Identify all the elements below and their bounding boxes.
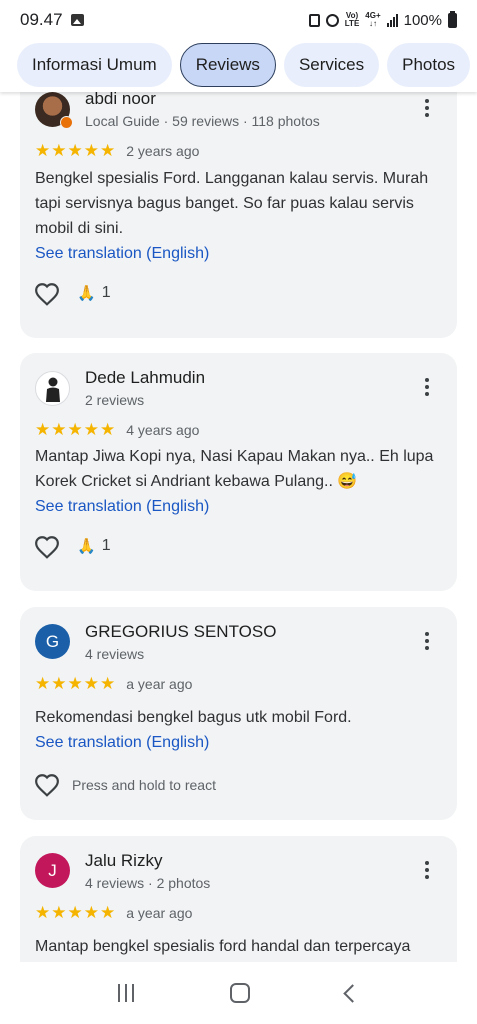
praying-hands-icon: 🙏 bbox=[77, 285, 96, 302]
sim-icon bbox=[308, 13, 320, 27]
more-options-button[interactable] bbox=[415, 858, 439, 882]
reaction-number: 1 bbox=[101, 537, 111, 554]
4g-bottom: ↓↑ bbox=[368, 19, 377, 28]
see-translation-link[interactable]: See translation (English) bbox=[35, 730, 445, 755]
system-navigation-bar bbox=[0, 962, 477, 1024]
more-options-button[interactable] bbox=[415, 96, 439, 120]
review-date: 4 years ago bbox=[126, 421, 200, 438]
reviewer-name[interactable]: Jalu Rizky bbox=[85, 851, 162, 871]
4g-icon: 4G+ ↓↑ bbox=[365, 12, 380, 28]
battery-percent: 100% bbox=[403, 11, 442, 29]
recents-button[interactable] bbox=[118, 984, 134, 1002]
review-text-block: Bengkel spesialis Ford. Langganan kalau … bbox=[35, 166, 445, 266]
like-button[interactable] bbox=[34, 282, 60, 306]
reaction-number: 1 bbox=[101, 284, 111, 301]
heart-icon bbox=[35, 536, 59, 559]
rating-stars: ★ ★ ★ ★ ★ a year ago bbox=[35, 903, 193, 922]
rating-stars: ★ ★ ★ ★ ★ 4 years ago bbox=[35, 420, 200, 439]
reviews-list[interactable]: abdi noor Local Guide · 59 reviews · 118… bbox=[0, 92, 477, 962]
status-bar: 09.47 Vo) LTE 4G+ ↓↑ 100% bbox=[0, 0, 477, 40]
battery-icon bbox=[448, 10, 457, 28]
press-and-hold-hint: Press and hold to react bbox=[72, 777, 216, 793]
home-button[interactable] bbox=[230, 983, 250, 1003]
rating-stars: ★ ★ ★ ★ ★ a year ago bbox=[35, 674, 193, 693]
rating-stars: ★ ★ ★ ★ ★ 2 years ago bbox=[35, 141, 200, 160]
status-time: 09.47 bbox=[20, 10, 63, 29]
more-options-button[interactable] bbox=[415, 629, 439, 653]
tab-photos[interactable]: Photos bbox=[387, 43, 471, 87]
more-options-button[interactable] bbox=[415, 375, 439, 399]
review-text: Rekomendasi bengkel bagus utk mobil Ford… bbox=[35, 709, 352, 726]
reaction-count[interactable]: 🙏 1 bbox=[77, 284, 111, 302]
reviewer-name[interactable]: GREGORIUS SENTOSO bbox=[85, 622, 276, 642]
status-icons: Vo) LTE 4G+ ↓↑ 100% bbox=[308, 10, 457, 29]
volte-icon: Vo) LTE bbox=[345, 12, 360, 28]
alarm-icon bbox=[325, 13, 339, 27]
reviewer-meta: Local Guide · 59 reviews · 118 photos bbox=[85, 113, 320, 129]
volte-bottom: LTE bbox=[344, 19, 360, 28]
review-date: a year ago bbox=[126, 904, 193, 921]
reviewer-meta: 4 reviews · 2 photos bbox=[85, 875, 211, 891]
review-date: 2 years ago bbox=[126, 142, 200, 159]
review-card: Dede Lahmudin 2 reviews ★ ★ ★ ★ ★ 4 years ag… bbox=[20, 353, 457, 591]
reviewer-meta: 2 reviews bbox=[85, 392, 145, 408]
person-silhouette-icon bbox=[45, 377, 60, 402]
avatar[interactable]: J bbox=[35, 853, 70, 888]
tab-informasi-umum[interactable]: Informasi Umum bbox=[17, 43, 172, 87]
see-translation-link[interactable]: See translation (English) bbox=[35, 241, 445, 266]
review-card: abdi noor Local Guide · 59 reviews · 118… bbox=[20, 92, 457, 338]
review-date: a year ago bbox=[126, 675, 193, 692]
praying-hands-icon: 🙏 bbox=[77, 538, 96, 555]
review-text: Mantap Jiwa Kopi nya, Nasi Kapau Makan n… bbox=[35, 448, 434, 490]
review-card: G GREGORIUS SENTOSO 4 reviews ★ ★ ★ ★ ★ a ye… bbox=[20, 607, 457, 820]
review-text-block: Rekomendasi bengkel bagus utk mobil Ford… bbox=[35, 705, 445, 755]
tab-services[interactable]: Services bbox=[283, 43, 380, 87]
like-button[interactable] bbox=[34, 535, 60, 559]
avatar[interactable] bbox=[35, 371, 70, 406]
tab-reviews[interactable]: Reviews bbox=[179, 43, 276, 87]
review-text-block: Mantap Jiwa Kopi nya, Nasi Kapau Makan n… bbox=[35, 444, 445, 519]
like-button[interactable] bbox=[34, 773, 60, 797]
reviewer-name[interactable]: Dede Lahmudin bbox=[85, 368, 205, 388]
local-guide-badge-icon bbox=[60, 116, 73, 129]
signal-icon bbox=[386, 13, 398, 27]
heart-icon bbox=[35, 774, 59, 797]
heart-icon bbox=[35, 283, 59, 306]
back-button[interactable] bbox=[343, 983, 362, 1003]
gallery-notification-icon bbox=[70, 14, 84, 26]
review-text: Bengkel spesialis Ford. Langganan kalau … bbox=[35, 170, 429, 237]
see-translation-link[interactable]: See translation (English) bbox=[35, 494, 445, 519]
reviewer-name[interactable]: abdi noor bbox=[85, 92, 156, 109]
avatar[interactable]: G bbox=[35, 624, 70, 659]
review-text: Mantap bengkel spesialis ford handal dan… bbox=[35, 938, 411, 955]
tabs-bar: Informasi Umum Reviews Services Photos bbox=[0, 38, 477, 92]
reviewer-meta: 4 reviews bbox=[85, 646, 145, 662]
review-card: J Jalu Rizky 4 reviews · 2 photos ★ ★ ★ ★ ★ … bbox=[20, 836, 457, 962]
review-text-block: Mantap bengkel spesialis ford handal dan… bbox=[35, 934, 445, 959]
reaction-count[interactable]: 🙏 1 bbox=[77, 537, 111, 555]
avatar[interactable] bbox=[35, 92, 73, 129]
